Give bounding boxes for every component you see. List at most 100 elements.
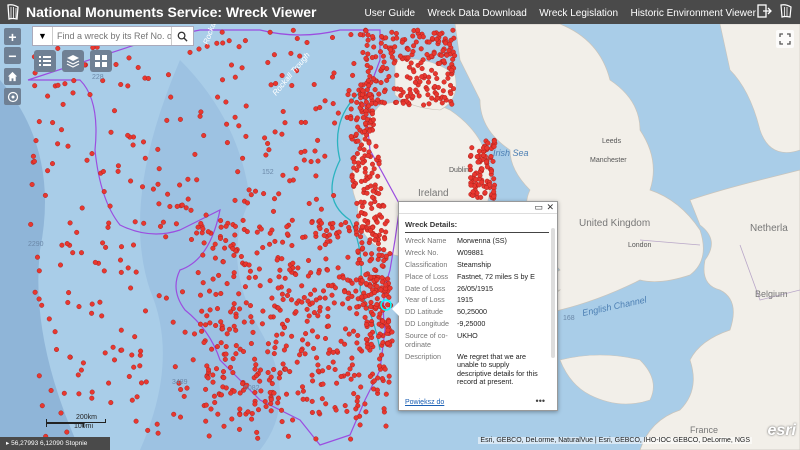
wreck-point[interactable]: [348, 98, 354, 104]
wreck-point[interactable]: [354, 340, 360, 346]
wreck-point[interactable]: [45, 93, 51, 99]
wreck-point[interactable]: [394, 99, 400, 105]
wreck-point[interactable]: [233, 351, 239, 357]
search-input[interactable]: [53, 27, 171, 45]
wreck-point[interactable]: [393, 31, 399, 37]
wreck-point[interactable]: [195, 270, 201, 276]
wreck-point[interactable]: [76, 391, 82, 397]
wreck-point[interactable]: [386, 379, 392, 385]
wreck-point[interactable]: [410, 33, 416, 39]
wreck-point[interactable]: [143, 379, 149, 385]
wreck-point[interactable]: [425, 92, 431, 98]
wreck-point[interactable]: [280, 108, 286, 114]
wreck-point[interactable]: [224, 331, 230, 337]
wreck-point[interactable]: [309, 300, 315, 306]
wreck-point[interactable]: [279, 291, 285, 297]
wreck-point[interactable]: [447, 41, 453, 47]
wreck-point[interactable]: [155, 430, 161, 436]
wreck-point[interactable]: [367, 332, 373, 338]
wreck-point[interactable]: [223, 344, 229, 350]
basemap-gallery-button[interactable]: [90, 50, 112, 72]
wreck-point[interactable]: [185, 176, 191, 182]
wreck-point[interactable]: [472, 171, 478, 177]
wreck-point[interactable]: [332, 285, 338, 291]
wreck-point[interactable]: [434, 75, 440, 81]
wreck-point[interactable]: [370, 161, 376, 167]
wreck-point[interactable]: [386, 319, 392, 325]
wreck-point[interactable]: [154, 421, 160, 427]
wreck-point[interactable]: [348, 32, 354, 38]
search-button[interactable]: [171, 27, 193, 45]
wreck-point[interactable]: [474, 154, 480, 160]
wreck-point[interactable]: [208, 406, 214, 412]
wreck-point[interactable]: [290, 27, 296, 33]
wreck-point[interactable]: [285, 433, 291, 439]
wreck-point[interactable]: [313, 230, 319, 236]
wreck-point[interactable]: [332, 367, 338, 373]
wreck-point[interactable]: [287, 267, 293, 273]
wreck-point[interactable]: [283, 366, 289, 372]
wreck-point[interactable]: [432, 71, 438, 77]
wreck-point[interactable]: [355, 248, 361, 254]
wreck-point[interactable]: [479, 179, 485, 185]
wreck-point[interactable]: [318, 206, 324, 212]
wreck-point[interactable]: [378, 227, 384, 233]
wreck-point[interactable]: [132, 334, 138, 340]
wreck-point[interactable]: [405, 93, 411, 99]
wreck-point[interactable]: [360, 245, 366, 251]
wreck-point[interactable]: [89, 151, 95, 157]
wreck-point[interactable]: [338, 338, 344, 344]
wreck-point[interactable]: [210, 245, 216, 251]
wreck-point[interactable]: [367, 91, 373, 97]
wreck-point[interactable]: [484, 164, 490, 170]
nav-wreck-data-download[interactable]: Wreck Data Download: [428, 8, 527, 19]
wreck-point[interactable]: [272, 345, 278, 351]
wreck-point[interactable]: [302, 148, 308, 154]
wreck-point[interactable]: [417, 79, 423, 85]
wreck-point[interactable]: [163, 295, 169, 301]
wreck-point[interactable]: [305, 298, 311, 304]
wreck-point[interactable]: [309, 219, 315, 225]
wreck-point[interactable]: [319, 396, 325, 402]
wreck-point[interactable]: [110, 344, 116, 350]
wreck-point[interactable]: [359, 142, 365, 148]
wreck-point[interactable]: [313, 436, 319, 442]
wreck-point[interactable]: [346, 87, 352, 93]
wreck-point[interactable]: [327, 347, 333, 353]
wreck-point[interactable]: [207, 320, 213, 326]
wreck-point[interactable]: [362, 401, 368, 407]
wreck-point[interactable]: [368, 201, 374, 207]
wreck-point[interactable]: [308, 159, 314, 165]
wreck-point[interactable]: [294, 359, 300, 365]
wreck-point[interactable]: [317, 245, 323, 251]
wreck-point[interactable]: [411, 69, 417, 75]
wreck-point[interactable]: [129, 352, 135, 358]
wreck-point[interactable]: [222, 245, 228, 251]
wreck-point[interactable]: [374, 296, 380, 302]
wreck-point[interactable]: [376, 161, 382, 167]
wreck-point[interactable]: [89, 395, 95, 401]
wreck-point[interactable]: [39, 302, 45, 308]
wreck-point[interactable]: [376, 203, 382, 209]
wreck-point[interactable]: [210, 379, 216, 385]
wreck-point[interactable]: [351, 182, 357, 188]
wreck-point[interactable]: [243, 133, 249, 139]
wreck-point[interactable]: [281, 325, 287, 331]
wreck-point[interactable]: [209, 346, 215, 352]
wreck-point[interactable]: [288, 50, 294, 56]
wreck-point[interactable]: [232, 197, 238, 203]
wreck-point[interactable]: [236, 123, 242, 129]
wreck-point[interactable]: [313, 196, 319, 202]
wreck-point[interactable]: [277, 370, 283, 376]
wreck-point[interactable]: [362, 314, 368, 320]
wreck-point[interactable]: [118, 81, 124, 87]
wreck-point[interactable]: [203, 402, 209, 408]
wreck-point[interactable]: [200, 252, 206, 258]
wreck-point[interactable]: [329, 225, 335, 231]
wreck-point[interactable]: [348, 116, 354, 122]
search-source-dropdown[interactable]: ▼: [33, 27, 53, 45]
wreck-point[interactable]: [220, 369, 226, 375]
wreck-point[interactable]: [355, 160, 361, 166]
wreck-point[interactable]: [70, 90, 76, 96]
wreck-point[interactable]: [50, 161, 56, 167]
